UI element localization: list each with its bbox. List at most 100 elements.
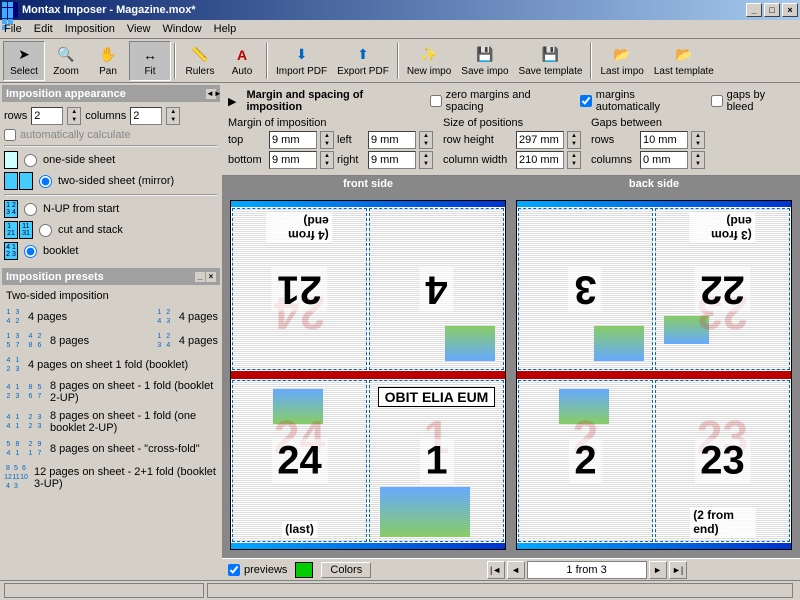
margin-bottom-input[interactable] <box>269 151 317 169</box>
row-height-input[interactable] <box>516 131 564 149</box>
app-icon <box>2 2 18 18</box>
page-24[interactable]: 2424(last) <box>232 380 367 542</box>
autocalc-checkbox[interactable] <box>4 129 16 141</box>
export-pdf-button[interactable]: ⬆Export PDF <box>332 41 394 81</box>
import-icon: ⬇ <box>292 45 312 65</box>
rulers-icon: 📏 <box>190 45 210 65</box>
close-panel-icon[interactable]: × <box>206 272 216 282</box>
page-1[interactable]: OBIT ELIA EUM11 <box>369 380 504 542</box>
back-sheet[interactable]: 3 2322(3 from end) 22 2323(2 from end) <box>516 200 792 550</box>
zoom-icon: 🔍 <box>56 45 76 65</box>
presets-subheader: Two-sided imposition <box>0 287 222 305</box>
last-page-button[interactable]: ►| <box>669 561 687 579</box>
menu-edit[interactable]: Edit <box>34 23 53 35</box>
page-3[interactable]: 3 <box>518 208 653 370</box>
page-23[interactable]: 2323(2 from end) <box>655 380 790 542</box>
new-icon: ✨ <box>419 45 439 65</box>
margin-top-input[interactable] <box>269 131 317 149</box>
next-page-button[interactable]: ► <box>649 561 667 579</box>
front-sheet[interactable]: 2421(4 from end) 4 2424(last) OBIT ELIA … <box>230 200 506 550</box>
cursor-icon: ➤ <box>14 45 34 65</box>
tool-select[interactable]: ➤Select <box>3 41 45 81</box>
prev-page-button[interactable]: ◄ <box>507 561 525 579</box>
rows-spinner[interactable]: ▲▼ <box>67 107 81 125</box>
separator <box>266 43 268 79</box>
tool-zoom[interactable]: 🔍Zoom <box>45 41 87 81</box>
rows-input[interactable] <box>31 107 63 125</box>
tool-pan[interactable]: ✋Pan <box>87 41 129 81</box>
presets-list: Two-sided imposition 13424 pages12434 pa… <box>0 287 222 580</box>
menu-file[interactable]: File <box>4 23 22 35</box>
hand-icon: ✋ <box>98 45 118 65</box>
maximize-button[interactable]: □ <box>764 3 780 17</box>
fit-icon: ↔ <box>140 45 160 65</box>
export-icon: ⬆ <box>353 45 373 65</box>
new-impo-button[interactable]: ✨New impo <box>402 41 456 81</box>
menu-bar: File Edit Imposition View Window Help <box>0 20 800 39</box>
front-label: front side <box>230 178 506 190</box>
col-width-input[interactable] <box>516 151 564 169</box>
appearance-header: Imposition appearance ◄► <box>2 85 220 102</box>
page-22[interactable]: 2322(3 from end) <box>655 208 790 370</box>
open-template-icon: 📂 <box>674 45 694 65</box>
presets-header: Imposition presets _× <box>2 268 220 285</box>
first-page-button[interactable]: |◄ <box>487 561 505 579</box>
page-4[interactable]: 4 <box>369 208 504 370</box>
collapse-icon[interactable]: ◄► <box>206 89 216 99</box>
oneside-radio[interactable] <box>24 154 37 167</box>
previews-checkbox[interactable] <box>228 564 240 576</box>
margin-panel: ▶ Margin and spacing of imposition zero … <box>222 83 800 176</box>
menu-imposition[interactable]: Imposition <box>65 23 115 35</box>
cols-input[interactable] <box>130 107 162 125</box>
twoside-radio[interactable] <box>39 175 52 188</box>
preset-item[interactable]: 412385678 pages on sheet - 1 fold (bookl… <box>0 377 222 407</box>
last-template-button[interactable]: 📂Last template <box>649 41 719 81</box>
open-icon: 📂 <box>612 45 632 65</box>
preset-item[interactable]: 13424 pages12434 pages <box>0 305 222 329</box>
gaps-bleed-checkbox[interactable] <box>711 95 723 107</box>
title-bar: Montax Imposer - Magazine.mox* _ □ × <box>0 0 800 20</box>
page-21[interactable]: 2421(4 from end) <box>232 208 367 370</box>
nup-radio[interactable] <box>24 203 37 216</box>
back-label: back side <box>516 178 792 190</box>
bottom-bar: previews Colors |◄ ◄ ► ►| <box>222 558 800 580</box>
cols-spinner[interactable]: ▲▼ <box>166 107 180 125</box>
booklet-radio[interactable] <box>24 245 37 258</box>
menu-view[interactable]: View <box>127 23 151 35</box>
color-swatch[interactable] <box>295 562 313 578</box>
preset-item[interactable]: 41234 pages on sheet 1 fold (booklet) <box>0 353 222 377</box>
tool-fit[interactable]: ↔Fit <box>129 41 171 81</box>
window-title: Montax Imposer - Magazine.mox* <box>22 4 744 16</box>
minimize-button[interactable]: _ <box>746 3 762 17</box>
sidebar: Imposition appearance ◄► rows ▲▼ columns… <box>0 83 222 580</box>
colors-button[interactable]: Colors <box>321 562 371 578</box>
margin-left-input[interactable] <box>368 131 416 149</box>
zero-margins-checkbox[interactable] <box>430 95 442 107</box>
expand-icon[interactable]: ▶ <box>228 95 236 108</box>
import-pdf-button[interactable]: ⬇Import PDF <box>271 41 332 81</box>
preset-item[interactable]: 584129178 pages on sheet - "cross-fold" <box>0 437 222 461</box>
auto-icon: A <box>232 45 252 65</box>
cutstack-radio[interactable] <box>39 224 52 237</box>
gap-rows-input[interactable] <box>640 131 688 149</box>
canvas[interactable]: 2421(4 from end) 4 2424(last) OBIT ELIA … <box>222 192 800 558</box>
last-impo-button[interactable]: 📂Last impo <box>595 41 648 81</box>
tool-rulers[interactable]: 📏Rulers <box>179 41 221 81</box>
gap-cols-input[interactable] <box>640 151 688 169</box>
save-impo-button[interactable]: 💾Save impo <box>456 41 513 81</box>
preset-item[interactable]: 135742868 pages12344 pages <box>0 329 222 353</box>
tool-auto[interactable]: AAuto <box>221 41 263 81</box>
page-nav-input[interactable] <box>527 561 647 579</box>
close-button[interactable]: × <box>782 3 798 17</box>
separator <box>590 43 592 79</box>
rows-label: rows <box>4 110 27 122</box>
menu-help[interactable]: Help <box>214 23 237 35</box>
preset-item[interactable]: 414123238 pages on sheet - 1 fold (one b… <box>0 407 222 437</box>
save-template-button[interactable]: 💾Save template <box>514 41 588 81</box>
preset-item[interactable]: 8561211104312 pages on sheet - 2+1 fold … <box>0 461 222 494</box>
minimize-panel-icon[interactable]: _ <box>195 272 205 282</box>
menu-window[interactable]: Window <box>163 23 202 35</box>
page-2[interactable]: 22 <box>518 380 653 542</box>
margin-right-input[interactable] <box>368 151 416 169</box>
margins-auto-checkbox[interactable] <box>580 95 592 107</box>
